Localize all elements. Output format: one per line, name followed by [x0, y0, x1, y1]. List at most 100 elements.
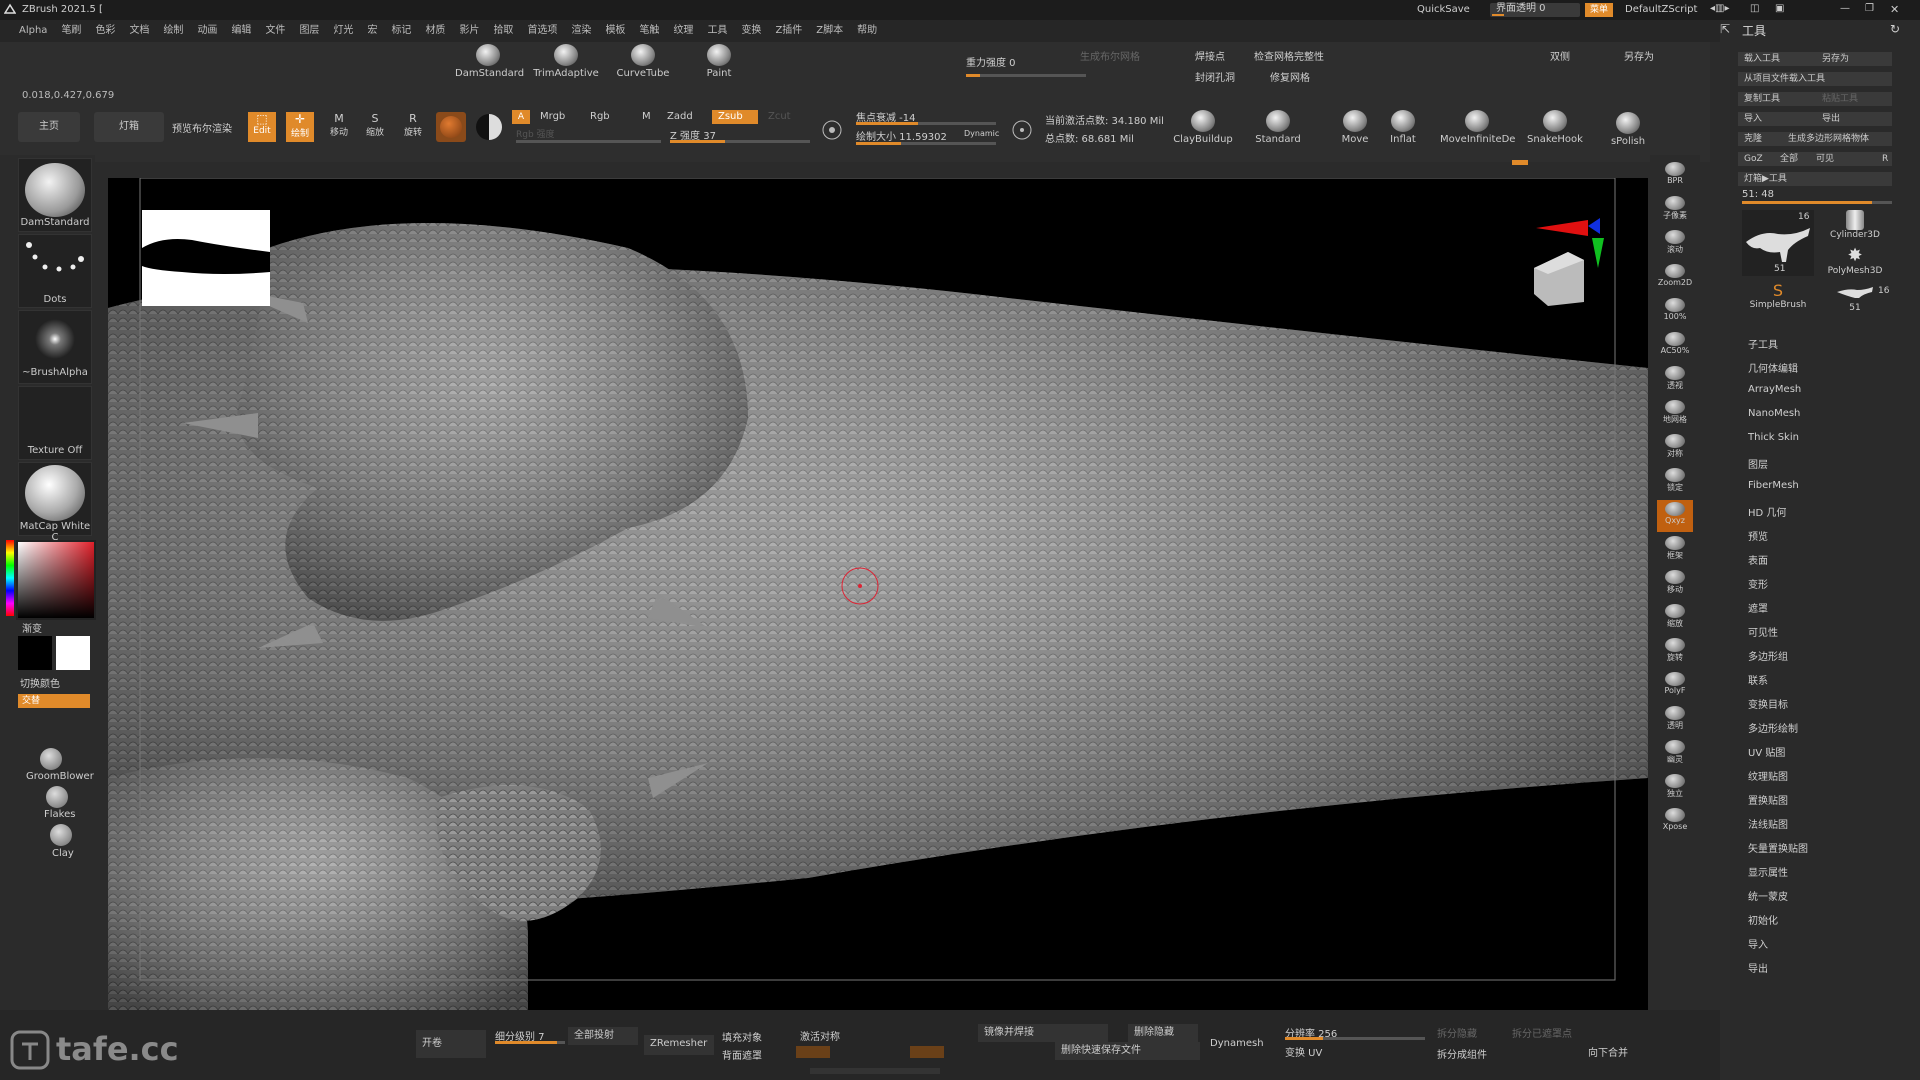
flakes-icon[interactable] — [46, 786, 68, 808]
texture-tile[interactable]: Texture Off — [18, 386, 92, 460]
tool-subpalette-item[interactable]: 遮罩 — [1748, 600, 1768, 615]
menu-item[interactable]: Alpha — [12, 20, 54, 42]
view-button[interactable]: 透明 — [1657, 704, 1693, 736]
close-holes-button[interactable]: 封闭孔洞 — [1195, 69, 1235, 84]
symmetry-z-toggle[interactable] — [910, 1046, 944, 1058]
alternate-button[interactable]: 交替 — [18, 694, 90, 708]
z-intensity-slider[interactable] — [670, 140, 810, 143]
tool-subpalette-item[interactable]: 多边形组 — [1748, 648, 1788, 663]
view-button[interactable]: 地网格 — [1657, 398, 1693, 430]
tool-pin-icon[interactable]: ⇱ — [1720, 22, 1730, 36]
lightbox-tools-button[interactable]: 灯箱▶工具 — [1738, 172, 1892, 186]
alpha-tile[interactable]: ~BrushAlpha — [18, 310, 92, 384]
resolution-slider[interactable] — [1285, 1037, 1425, 1040]
dynamesh-button[interactable]: Dynamesh — [1210, 1038, 1264, 1049]
menu-item[interactable]: 编辑 — [224, 20, 258, 42]
focal-slider[interactable] — [856, 122, 996, 125]
weld-button[interactable]: 焊接点 — [1195, 48, 1225, 63]
tool-subpalette-item[interactable]: NanoMesh — [1748, 408, 1800, 419]
brush-standard[interactable]: Standard — [1245, 110, 1311, 150]
dynamic-button[interactable]: Dynamic — [964, 129, 999, 138]
current-brush-tile[interactable]: DamStandard — [18, 158, 92, 232]
save-as-button[interactable]: 另存为 — [1816, 52, 1892, 66]
zadd-button[interactable]: Zadd — [667, 111, 693, 122]
open-button[interactable]: 开卷 — [416, 1030, 486, 1058]
view-button[interactable]: Qxyz — [1657, 500, 1693, 532]
menu-item[interactable]: 帮助 — [850, 20, 884, 42]
draw-size-slider[interactable] — [856, 142, 996, 145]
goz-button[interactable]: GoZ — [1738, 152, 1774, 166]
load-tool-button[interactable]: 载入工具 — [1738, 52, 1816, 66]
minimize-icon[interactable]: — — [1840, 3, 1850, 14]
switch-color-button[interactable]: 切换颜色 — [20, 675, 60, 690]
import-button[interactable]: 导入 — [1738, 112, 1816, 126]
menu-item[interactable]: 首选项 — [520, 20, 564, 42]
home-button[interactable]: 主页 — [18, 112, 80, 142]
brush-moveinfinite[interactable]: MoveInfiniteDe — [1440, 110, 1515, 150]
menu-item[interactable]: 拾取 — [486, 20, 520, 42]
clay-icon[interactable] — [50, 824, 72, 846]
brush-trimadaptive[interactable]: TrimAdaptive — [533, 44, 599, 84]
view-button[interactable]: 子像素 — [1657, 194, 1693, 226]
polymesh3d-tool[interactable]: ✸ PolyMesh3D — [1818, 246, 1892, 280]
switch-uv-button[interactable]: 变换 UV — [1285, 1044, 1322, 1059]
split-parts-button[interactable]: 拆分成组件 — [1437, 1046, 1487, 1061]
tool-subpalette-item[interactable]: 表面 — [1748, 552, 1768, 567]
view-button[interactable]: 对称 — [1657, 432, 1693, 464]
layout-icon[interactable]: ◂▥▸ — [1710, 3, 1730, 14]
menu-item[interactable]: 渲染 — [564, 20, 598, 42]
goz-all-button[interactable]: 全部 — [1774, 152, 1810, 166]
view-button[interactable]: 透视 — [1657, 364, 1693, 396]
rotate-mode-button[interactable]: R 旋转 — [398, 112, 428, 142]
tool-subpalette-item[interactable]: 导入 — [1748, 936, 1768, 951]
tool-subpalette-item[interactable]: 变形 — [1748, 576, 1768, 591]
symmetry-x-toggle[interactable] — [796, 1046, 830, 1058]
preview-render-button[interactable]: 预览布尔渲染 — [172, 120, 232, 135]
lightbox-button[interactable]: 灯箱 — [94, 112, 164, 142]
main-color-swatch[interactable] — [18, 636, 52, 670]
activate-symmetry-button[interactable]: 激活对称 — [800, 1028, 840, 1043]
brush-curvetube[interactable]: CurveTube — [610, 44, 676, 84]
zcut-button[interactable]: Zcut — [768, 111, 791, 122]
brush-spolish[interactable]: sPolish — [1595, 112, 1661, 152]
brush-damstandard[interactable]: DamStandard — [455, 44, 524, 84]
brush-claybuildup[interactable]: ClayBuildup — [1170, 110, 1236, 150]
stroke-tile[interactable]: Dots — [18, 234, 92, 308]
tool-subpalette-item[interactable]: 变换目标 — [1748, 696, 1788, 711]
zremesher-button[interactable]: ZRemesher — [644, 1035, 714, 1055]
tool-subpalette-item[interactable]: 多边形绘制 — [1748, 720, 1798, 735]
material-tile[interactable]: MatCap White C — [18, 462, 92, 543]
bottom-scroll-handle[interactable] — [810, 1068, 940, 1074]
menu-item[interactable]: 笔刷 — [54, 20, 88, 42]
navigator-thumbnail[interactable] — [142, 210, 270, 306]
viewport-canvas[interactable] — [108, 178, 1648, 1018]
material-preview-button[interactable] — [436, 112, 466, 142]
default-zscript-button[interactable]: DefaultZScript — [1625, 0, 1697, 20]
menu-item[interactable]: 文档 — [122, 20, 156, 42]
view-button[interactable]: Xpose — [1657, 806, 1693, 838]
menu-item[interactable]: 宏 — [360, 20, 384, 42]
double-sided-button[interactable]: 双侧 — [1550, 48, 1570, 63]
delete-hidden-button[interactable]: 删除隐藏 — [1128, 1024, 1198, 1042]
save-as-top-button[interactable]: 另存为 — [1624, 48, 1654, 63]
export-button[interactable]: 导出 — [1816, 112, 1892, 126]
menu-item[interactable]: 图层 — [292, 20, 326, 42]
menu-item[interactable]: Z插件 — [768, 20, 809, 42]
view-button[interactable]: 滚动 — [1657, 228, 1693, 260]
tool-subpalette-item[interactable]: 纹理贴图 — [1748, 768, 1788, 783]
view-button[interactable]: 缩放 — [1657, 602, 1693, 634]
menu-item[interactable]: 纹理 — [666, 20, 700, 42]
view-button[interactable]: AC50% — [1657, 330, 1693, 362]
split-masked-button[interactable]: 拆分已遮罩点 — [1512, 1025, 1572, 1040]
menu-item[interactable]: 动画 — [190, 20, 224, 42]
menu-item[interactable]: 模板 — [598, 20, 632, 42]
mrgb-button[interactable]: Mrgb — [540, 111, 565, 122]
tool-subpalette-item[interactable]: 预览 — [1748, 528, 1768, 543]
view-button[interactable]: BPR — [1657, 160, 1693, 192]
tool-subpalette-item[interactable]: UV 贴图 — [1748, 744, 1785, 759]
tool-subpalette-item[interactable]: 子工具 — [1748, 336, 1778, 351]
close-icon[interactable]: ✕ — [1890, 3, 1899, 16]
tool-subpalette-item[interactable]: 图层 — [1748, 456, 1768, 471]
tool-subpalette-item[interactable]: 法线贴图 — [1748, 816, 1788, 831]
copy-tool-button[interactable]: 复制工具 — [1738, 92, 1816, 106]
